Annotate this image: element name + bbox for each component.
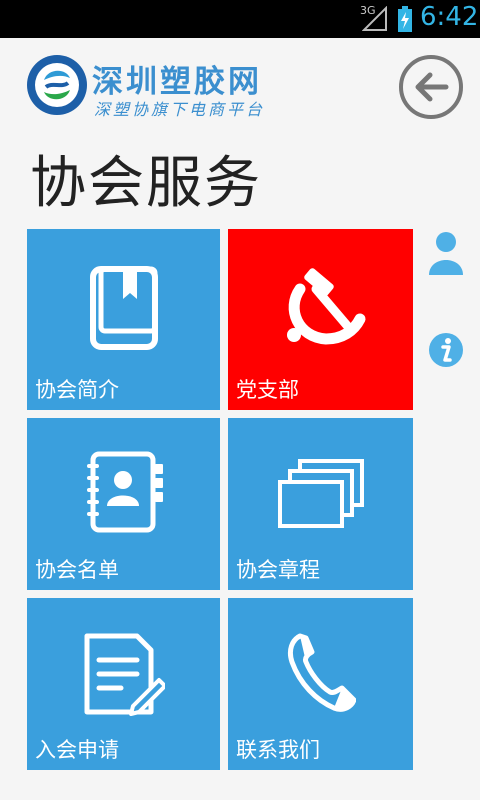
user-icon[interactable]	[428, 231, 464, 275]
battery-charging-icon	[398, 6, 412, 32]
application-form-icon	[84, 633, 165, 716]
tile-party-branch[interactable]: 党支部	[228, 229, 413, 410]
tile-association-intro[interactable]: 协会简介	[27, 229, 220, 410]
tile-membership-application[interactable]: 入会申请	[27, 598, 220, 770]
info-icon[interactable]	[428, 332, 464, 368]
clock: 6:42	[420, 2, 479, 32]
brand-title: 深圳塑胶网	[92, 64, 262, 100]
tile-member-list[interactable]: 协会名单	[27, 418, 220, 590]
tile-charter[interactable]: 协会章程	[228, 418, 413, 590]
tile-label: 入会申请	[35, 738, 119, 762]
tile-label: 联系我们	[236, 738, 320, 762]
tile-contact-us[interactable]: 联系我们	[228, 598, 413, 770]
tile-label: 协会名单	[35, 558, 119, 582]
tile-label: 协会简介	[35, 378, 119, 402]
page-title: 协会服务	[30, 151, 262, 216]
association-logo-icon	[27, 55, 87, 115]
back-arrow-icon[interactable]	[398, 54, 464, 120]
stacked-documents-icon	[278, 459, 364, 528]
contacts-book-icon	[87, 451, 163, 533]
book-icon	[90, 266, 158, 350]
brand-subtitle: 深塑协旗下电商平台	[94, 100, 266, 119]
hammer-sickle-icon	[287, 268, 366, 345]
status-bar: 3G 6:42	[0, 0, 480, 38]
phone-icon	[287, 633, 356, 712]
tile-label: 协会章程	[236, 558, 320, 582]
tile-label: 党支部	[236, 378, 299, 402]
app-screen: 深圳塑胶网 深塑协旗下电商平台 协会服务 协会简介 党支部 协会名单 协会章程 …	[0, 38, 480, 800]
signal-icon	[362, 6, 387, 31]
